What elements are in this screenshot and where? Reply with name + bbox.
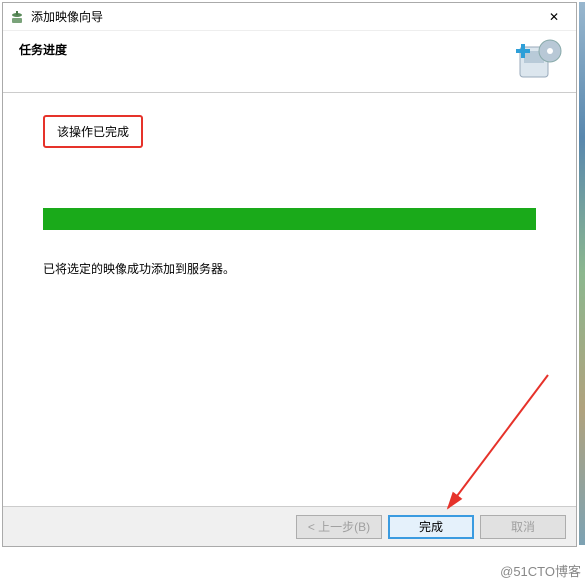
window-title: 添加映像向导 — [31, 8, 534, 25]
header-icon — [514, 37, 564, 87]
status-text: 该操作已完成 — [57, 125, 129, 139]
page-title: 任务进度 — [19, 41, 67, 58]
wizard-header: 任务进度 — [3, 31, 576, 93]
finish-button[interactable]: 完成 — [388, 515, 474, 539]
close-icon: ✕ — [549, 10, 559, 24]
wizard-footer: < 上一步(B) 完成 取消 — [3, 506, 576, 546]
progress-bar — [43, 208, 536, 230]
cancel-button: 取消 — [480, 515, 566, 539]
content-area: 该操作已完成 已将选定的映像成功添加到服务器。 — [3, 93, 576, 508]
back-button: < 上一步(B) — [296, 515, 382, 539]
dialog-frame: 添加映像向导 ✕ 任务进度 — [2, 2, 577, 547]
result-message: 已将选定的映像成功添加到服务器。 — [43, 260, 536, 277]
side-decoration — [579, 2, 585, 545]
wizard-window: 添加映像向导 ✕ 任务进度 — [0, 0, 585, 582]
status-highlight-box: 该操作已完成 — [43, 115, 143, 148]
close-button[interactable]: ✕ — [534, 4, 574, 30]
watermark: @51CTO博客 — [500, 561, 581, 580]
app-icon — [9, 9, 25, 25]
titlebar: 添加映像向导 ✕ — [3, 3, 576, 31]
